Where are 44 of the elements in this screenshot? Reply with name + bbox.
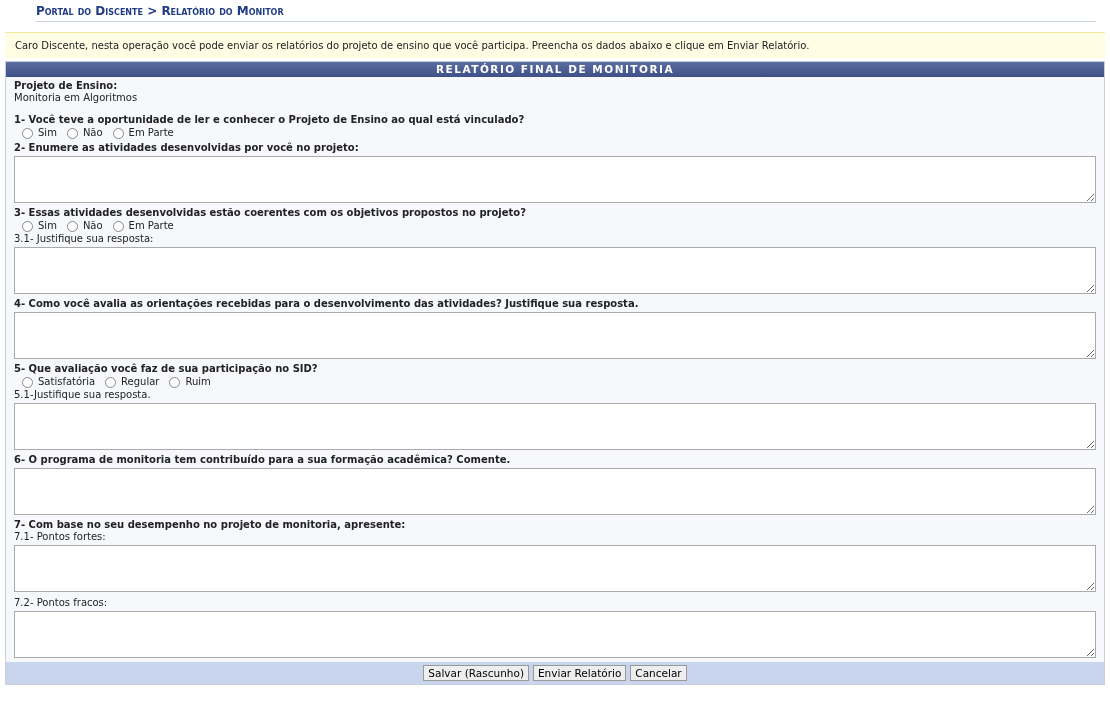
project-name: Monitoria em Algoritmos: [14, 92, 139, 104]
sub-question-label: 7.2- Pontos fracos:: [14, 597, 109, 609]
radio-option[interactable]: Sim: [22, 126, 57, 140]
question-label: 6- O programa de monitoria tem contribuído para a sua formação acadêmica? Comente.: [14, 454, 512, 466]
radio-icon[interactable]: [66, 220, 78, 232]
breadcrumb: Portal do Discente > Relatório do Monitor: [36, 4, 1096, 22]
radio-option[interactable]: Regular: [105, 375, 160, 389]
radio-option[interactable]: Ruim: [169, 375, 211, 389]
form-button[interactable]: Salvar (Rascunho): [423, 665, 529, 681]
radio-option[interactable]: Não: [66, 219, 103, 233]
answer-textarea[interactable]: [14, 611, 1096, 658]
panel-title: RELATÓRIO FINAL DE MONITORIA: [6, 62, 1104, 77]
answer-textarea[interactable]: [14, 312, 1096, 359]
form-button[interactable]: Enviar Relatório: [533, 665, 627, 681]
form-button[interactable]: Cancelar: [630, 665, 687, 681]
answer-textarea[interactable]: [14, 156, 1096, 203]
sub-question-label: 3.1- Justifique sua resposta:: [14, 233, 155, 245]
radio-icon[interactable]: [169, 376, 181, 388]
radio-icon[interactable]: [22, 376, 33, 388]
radio-option[interactable]: Em Parte: [112, 126, 174, 140]
question-label: Projeto de Ensino:: [14, 80, 119, 92]
sub-question-label: 7.1- Pontos fortes:: [14, 531, 107, 543]
radio-icon[interactable]: [112, 220, 124, 232]
radio-icon[interactable]: [105, 376, 117, 388]
info-message: Caro Discente, nesta operação você pode enviar os relatórios do projeto de ensino que você participa. Preencha os dados abaixo e clique em Enviar Relatório.: [5, 32, 1105, 58]
radio-icon[interactable]: [112, 127, 124, 139]
radio-option[interactable]: Satisfatória: [22, 375, 96, 389]
answer-textarea[interactable]: [14, 403, 1096, 450]
question-label: 5- Que avaliação você faz de sua participação no SID?: [14, 363, 319, 375]
radio-option[interactable]: Sim: [22, 219, 57, 233]
radio-option[interactable]: Não: [66, 126, 103, 140]
radio-option[interactable]: Em Parte: [112, 219, 174, 233]
sub-question-label: 5.1-Justifique sua resposta.: [14, 389, 152, 401]
radio-icon[interactable]: [22, 127, 33, 139]
question-label: 4- Como você avalia as orientações recebidas para o desenvolvimento das atividades? Justifique sua resposta.: [14, 298, 640, 310]
radio-icon[interactable]: [22, 220, 33, 232]
answer-textarea[interactable]: [14, 468, 1096, 515]
answer-textarea[interactable]: [14, 545, 1096, 592]
question-label: 7- Com base no seu desempenho no projeto de monitoria, apresente:: [14, 519, 407, 531]
question-label: 1- Você teve a oportunidade de ler e conhecer o Projeto de Ensino ao qual está vinculado?: [14, 114, 526, 126]
answer-textarea[interactable]: [14, 247, 1096, 294]
question-label: 3- Essas atividades desenvolvidas estão coerentes com os objetivos propostos no projeto?: [14, 207, 527, 219]
question-label: 2- Enumere as atividades desenvolvidas por você no projeto:: [14, 142, 360, 154]
radio-icon[interactable]: [66, 127, 78, 139]
